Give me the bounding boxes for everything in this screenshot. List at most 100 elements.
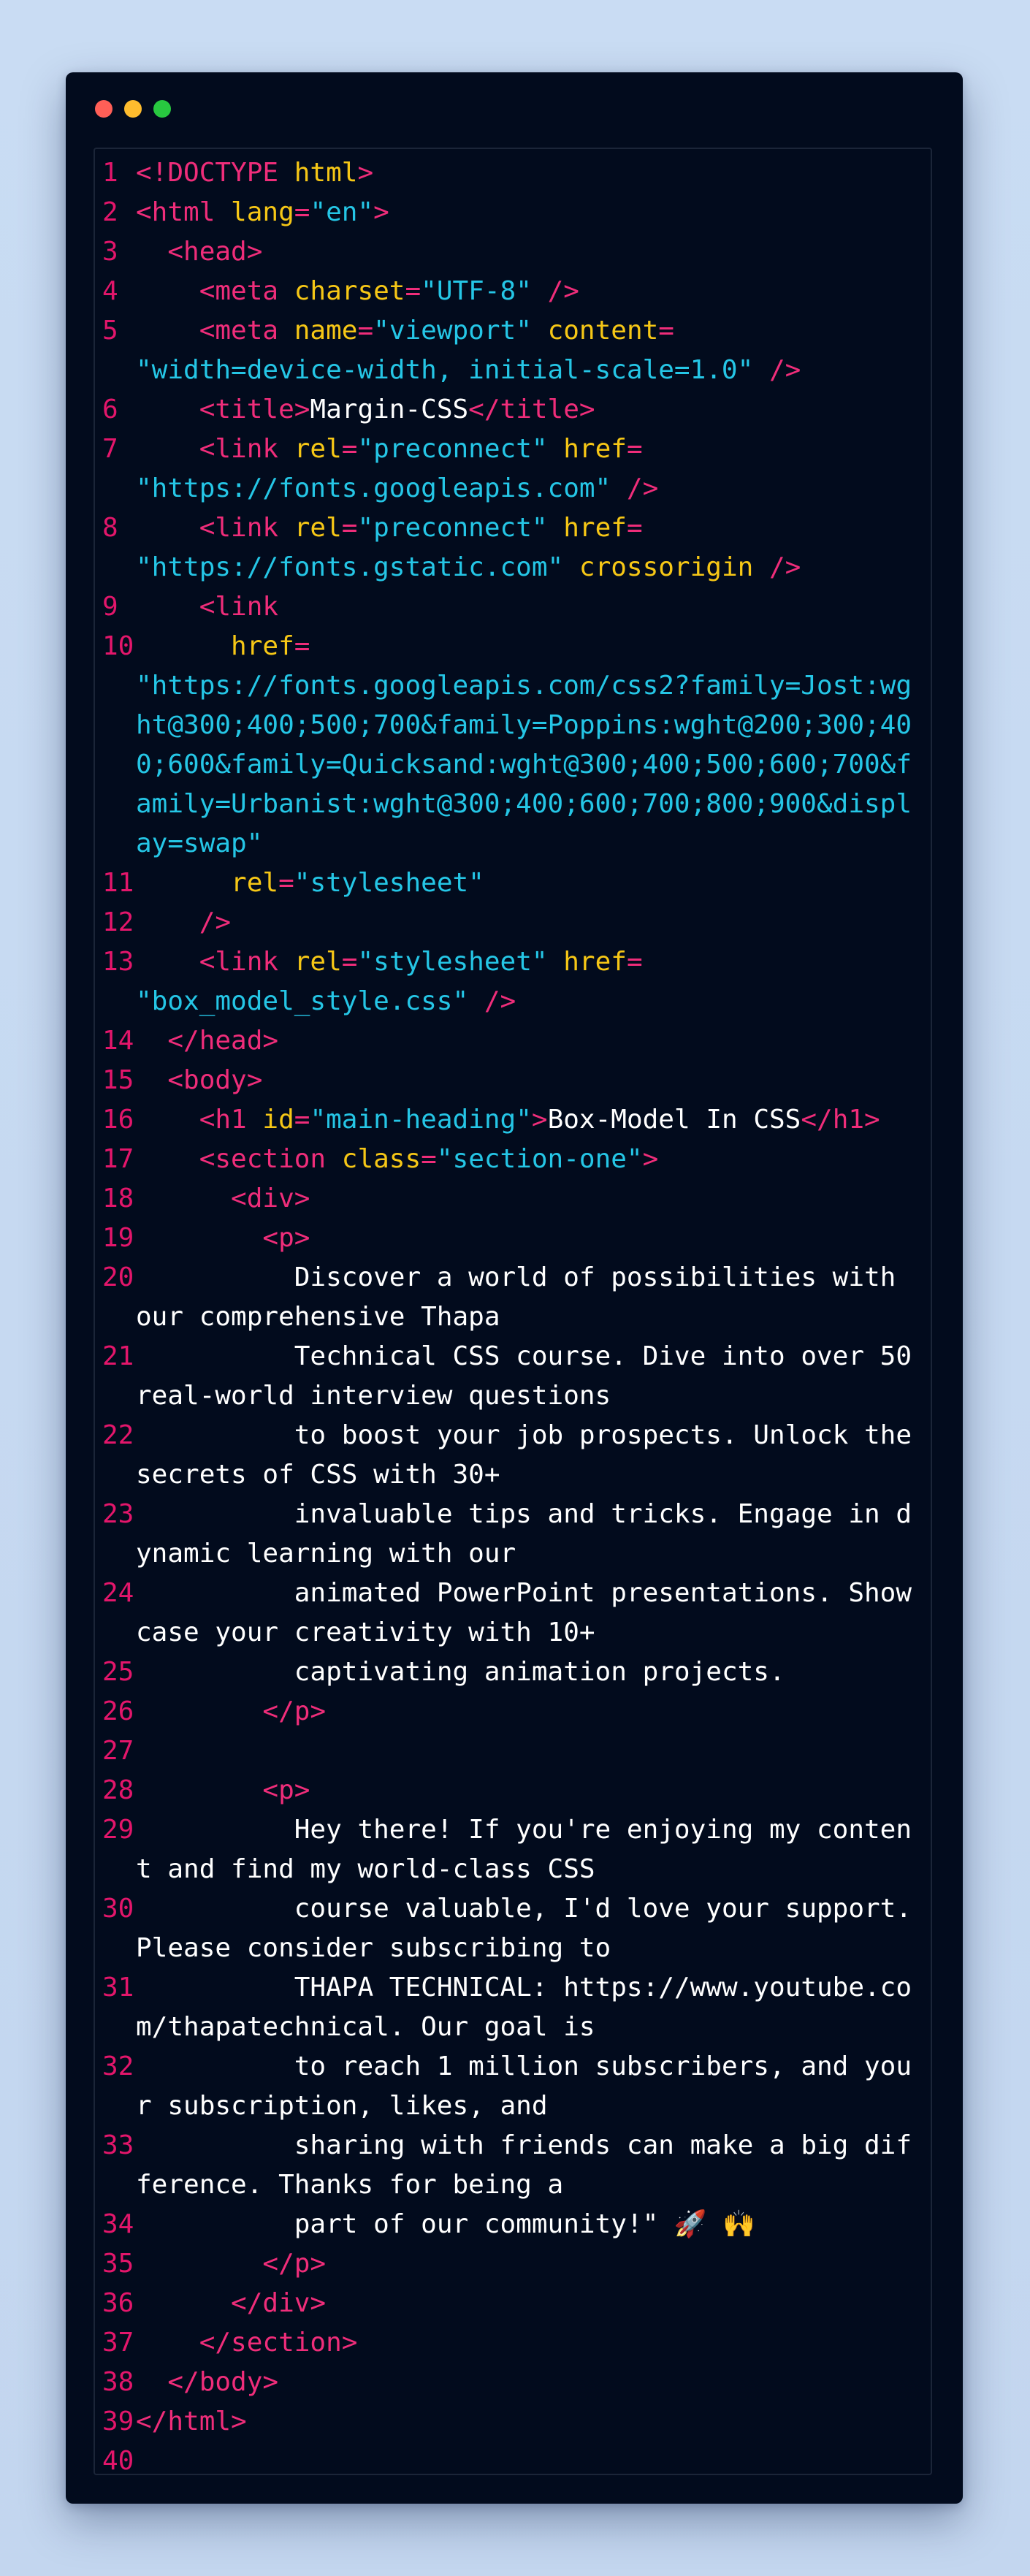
line-number: 25: [102, 1657, 134, 1687]
code-token: html: [294, 158, 358, 188]
code-token: rel: [294, 947, 342, 977]
line-source: href= "https://fonts.googleapis.com/css2…: [136, 627, 925, 864]
code-line: 18 <div>: [95, 1179, 931, 1219]
code-line: 21 Technical CSS course. Dive into over …: [95, 1337, 931, 1416]
code-token: </section>: [199, 2328, 358, 2358]
code-token: to boost your job prospects. Unlock the …: [136, 1420, 928, 1490]
code-editor[interactable]: 1 <!DOCTYPE html> 2 <html lang="en"> 3 <head…: [94, 148, 932, 2475]
code-token: captivating animation projects.: [136, 1657, 785, 1687]
code-line: 31 THAPA TECHNICAL: https://www.youtube.…: [95, 1968, 931, 2047]
line-source: </p>: [136, 2244, 925, 2284]
line-source: invaluable tips and tricks. Engage in dy…: [136, 1495, 925, 1574]
code-line: 24 animated PowerPoint presentations. Sh…: [95, 1574, 931, 1653]
code-token: <div>: [231, 1184, 310, 1213]
code-token: Box-Model In CSS: [547, 1105, 801, 1135]
line-source: <head>: [136, 232, 925, 272]
code-token: =: [341, 513, 358, 543]
line-number: 38: [102, 2367, 134, 2397]
code-window: 1 <!DOCTYPE html> 2 <html lang="en"> 3 <head…: [66, 72, 963, 2504]
code-token: class: [341, 1144, 421, 1174]
maximize-button[interactable]: [153, 100, 171, 118]
code-token: />: [769, 552, 801, 582]
line-source: </section>: [136, 2323, 925, 2363]
code-line: 25 captivating animation projects.: [95, 1653, 931, 1692]
code-token: name: [294, 316, 358, 346]
code-token: =: [405, 276, 421, 306]
line-number: 6: [102, 395, 118, 424]
code-token: Technical CSS course. Dive into over 50 …: [136, 1341, 928, 1411]
line-source: animated PowerPoint presentations. Showc…: [136, 1574, 925, 1653]
code-token: "https://fonts.gstatic.com": [136, 552, 564, 582]
code-token: >: [373, 197, 389, 227]
line-number: 5: [102, 316, 118, 346]
minimize-button[interactable]: [124, 100, 142, 118]
code-token: <head>: [167, 237, 263, 267]
code-line: 14 </head>: [95, 1021, 931, 1061]
code-line: 5 <meta name="viewport" content= "width=…: [95, 311, 931, 390]
line-number: 12: [102, 907, 134, 937]
code-token: <!DOCTYPE: [136, 158, 294, 188]
code-token: part of our community!" 🚀 🙌: [136, 2209, 756, 2239]
code-token: "main-heading": [310, 1105, 532, 1135]
code-token: />: [768, 355, 801, 385]
code-token: </title>: [468, 395, 595, 424]
line-number: 7: [102, 434, 118, 464]
code-line: 19 <p>: [95, 1219, 931, 1258]
code-token: <section: [199, 1144, 342, 1174]
code-line: 20 Discover a world of possibilities wit…: [95, 1258, 931, 1337]
line-number: 32: [102, 2051, 134, 2081]
code-token: href: [563, 513, 627, 543]
line-source: </div>: [136, 2284, 925, 2323]
code-token: "stylesheet": [294, 868, 484, 898]
code-token: </html>: [136, 2407, 247, 2436]
code-token: rel: [294, 513, 342, 543]
line-source: </body>: [136, 2363, 925, 2402]
code-token: <link: [199, 947, 294, 977]
line-number: 31: [102, 1973, 134, 2003]
code-token: =: [626, 434, 643, 464]
code-token: "stylesheet": [357, 947, 548, 977]
code-line: 27: [95, 1731, 931, 1771]
line-source: </p>: [136, 1692, 925, 1731]
code-token: =: [357, 316, 374, 346]
code-token: Hey there! If you're enjoying my content…: [136, 1815, 912, 1884]
code-token: =: [341, 434, 358, 464]
code-line: 29 Hey there! If you're enjoying my cont…: [95, 1810, 931, 1889]
line-source: <link: [136, 587, 925, 627]
code-token: />: [626, 473, 659, 503]
line-source: <h1 id="main-heading">Box-Model In CSS</…: [136, 1100, 925, 1140]
code-token: "UTF-8": [421, 276, 532, 306]
code-token: charset: [294, 276, 405, 306]
code-line: 22 to boost your job prospects. Unlock t…: [95, 1416, 931, 1495]
line-source: </head>: [136, 1021, 925, 1061]
code-token: "https://fonts.googleapis.com/css2?famil…: [136, 671, 912, 858]
code-token: "https://fonts.googleapis.com": [136, 473, 611, 503]
code-token: rel: [231, 868, 279, 898]
code-line: 3 <head>: [95, 232, 931, 272]
line-number: 36: [102, 2288, 134, 2318]
code-token: href: [563, 434, 627, 464]
line-number: 30: [102, 1894, 134, 1924]
code-token: =: [294, 1105, 310, 1135]
code-line: 4 <meta charset="UTF-8" />: [95, 272, 931, 311]
close-button[interactable]: [95, 100, 112, 118]
line-source: <section class="section-one">: [136, 1140, 925, 1179]
line-source: course valuable, I'd love your support. …: [136, 1889, 925, 1968]
code-token: <html: [136, 197, 232, 227]
code-line: 40: [95, 2442, 931, 2474]
code-token: <body>: [167, 1065, 263, 1095]
line-source: <body>: [136, 1061, 925, 1100]
code-line: 11 rel="stylesheet": [95, 864, 931, 903]
line-number: 11: [102, 868, 134, 898]
code-token: rel: [294, 434, 342, 464]
code-token: <title>: [199, 395, 310, 424]
